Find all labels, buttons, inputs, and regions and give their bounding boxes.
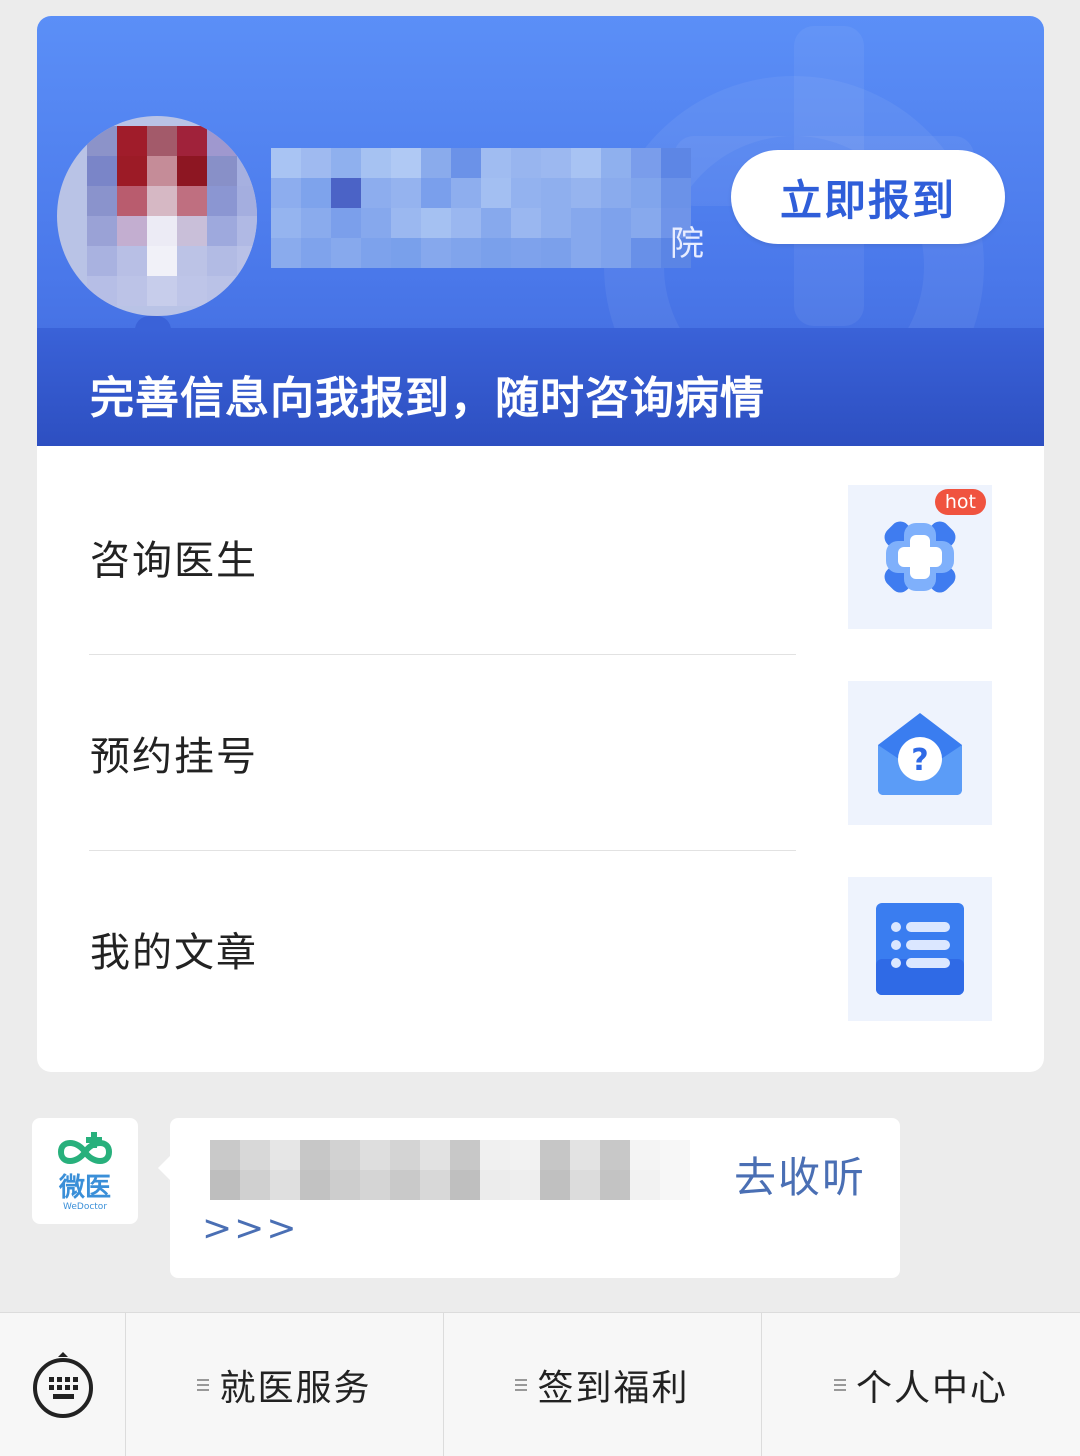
document-list-icon xyxy=(848,877,992,1021)
menu-item-label: 预约挂号 xyxy=(90,734,258,780)
doctor-banner: 院 立即报到 完善信息向我报到，随时咨询病情 xyxy=(37,16,1044,446)
menu-lines-icon xyxy=(515,1379,528,1391)
banner-tagline: 完善信息向我报到，随时咨询病情 xyxy=(90,373,765,424)
tab-personal-center[interactable]: 个人中心 xyxy=(762,1313,1080,1456)
menu-item-label: 我的文章 xyxy=(90,930,258,976)
tab-label: 就医服务 xyxy=(219,1368,372,1409)
svg-text:?: ? xyxy=(911,743,928,778)
menu-lines-icon xyxy=(197,1379,210,1391)
doctor-card: 院 立即报到 完善信息向我报到，随时咨询病情 咨询医生 hot 预约挂号 ? 我… xyxy=(37,16,1044,1072)
tab-checkin-rewards[interactable]: 签到福利 xyxy=(444,1313,762,1456)
keyboard-toggle-button[interactable] xyxy=(0,1313,126,1456)
hot-badge: hot xyxy=(934,489,986,515)
tab-label: 签到福利 xyxy=(537,1368,690,1409)
question-envelope-icon: ? xyxy=(848,681,992,825)
tab-medical-services[interactable]: 就医服务 xyxy=(126,1313,444,1456)
pixelated-doctor-name xyxy=(271,148,691,268)
checkin-button[interactable]: 立即报到 xyxy=(731,150,1005,244)
keyboard-icon xyxy=(32,1352,93,1418)
message-bubble: 去收听 >>> xyxy=(170,1118,900,1278)
wedoctor-brand-en: WeDoctor xyxy=(62,1202,108,1212)
bottom-menu-bar: 就医服务 签到福利 个人中心 xyxy=(0,1312,1080,1456)
menu-item-consult-doctor[interactable]: 咨询医生 hot xyxy=(37,459,1044,655)
doctor-avatar[interactable] xyxy=(57,116,257,316)
pixelated-message-text xyxy=(210,1140,690,1200)
pixelated-avatar xyxy=(87,126,257,306)
listen-link[interactable]: 去收听 xyxy=(734,1144,866,1205)
arrows-link[interactable]: >>> xyxy=(202,1208,299,1249)
wedoctor-brand: 微医 xyxy=(58,1173,111,1203)
banner-strip-notch xyxy=(135,316,171,330)
menu-item-label: 咨询医生 xyxy=(90,538,258,584)
tab-label: 个人中心 xyxy=(855,1368,1008,1409)
medical-cross-icon: hot xyxy=(848,485,992,629)
menu-item-appointment[interactable]: 预约挂号 ? xyxy=(37,655,1044,851)
hospital-name-fragment: 院 xyxy=(670,224,704,264)
menu-item-my-articles[interactable]: 我的文章 xyxy=(37,851,1044,1047)
bubble-tail xyxy=(158,1156,170,1180)
menu-lines-icon xyxy=(833,1379,846,1391)
wedoctor-logo-icon xyxy=(57,1132,113,1164)
wedoctor-avatar[interactable]: 微医 WeDoctor xyxy=(32,1118,138,1224)
